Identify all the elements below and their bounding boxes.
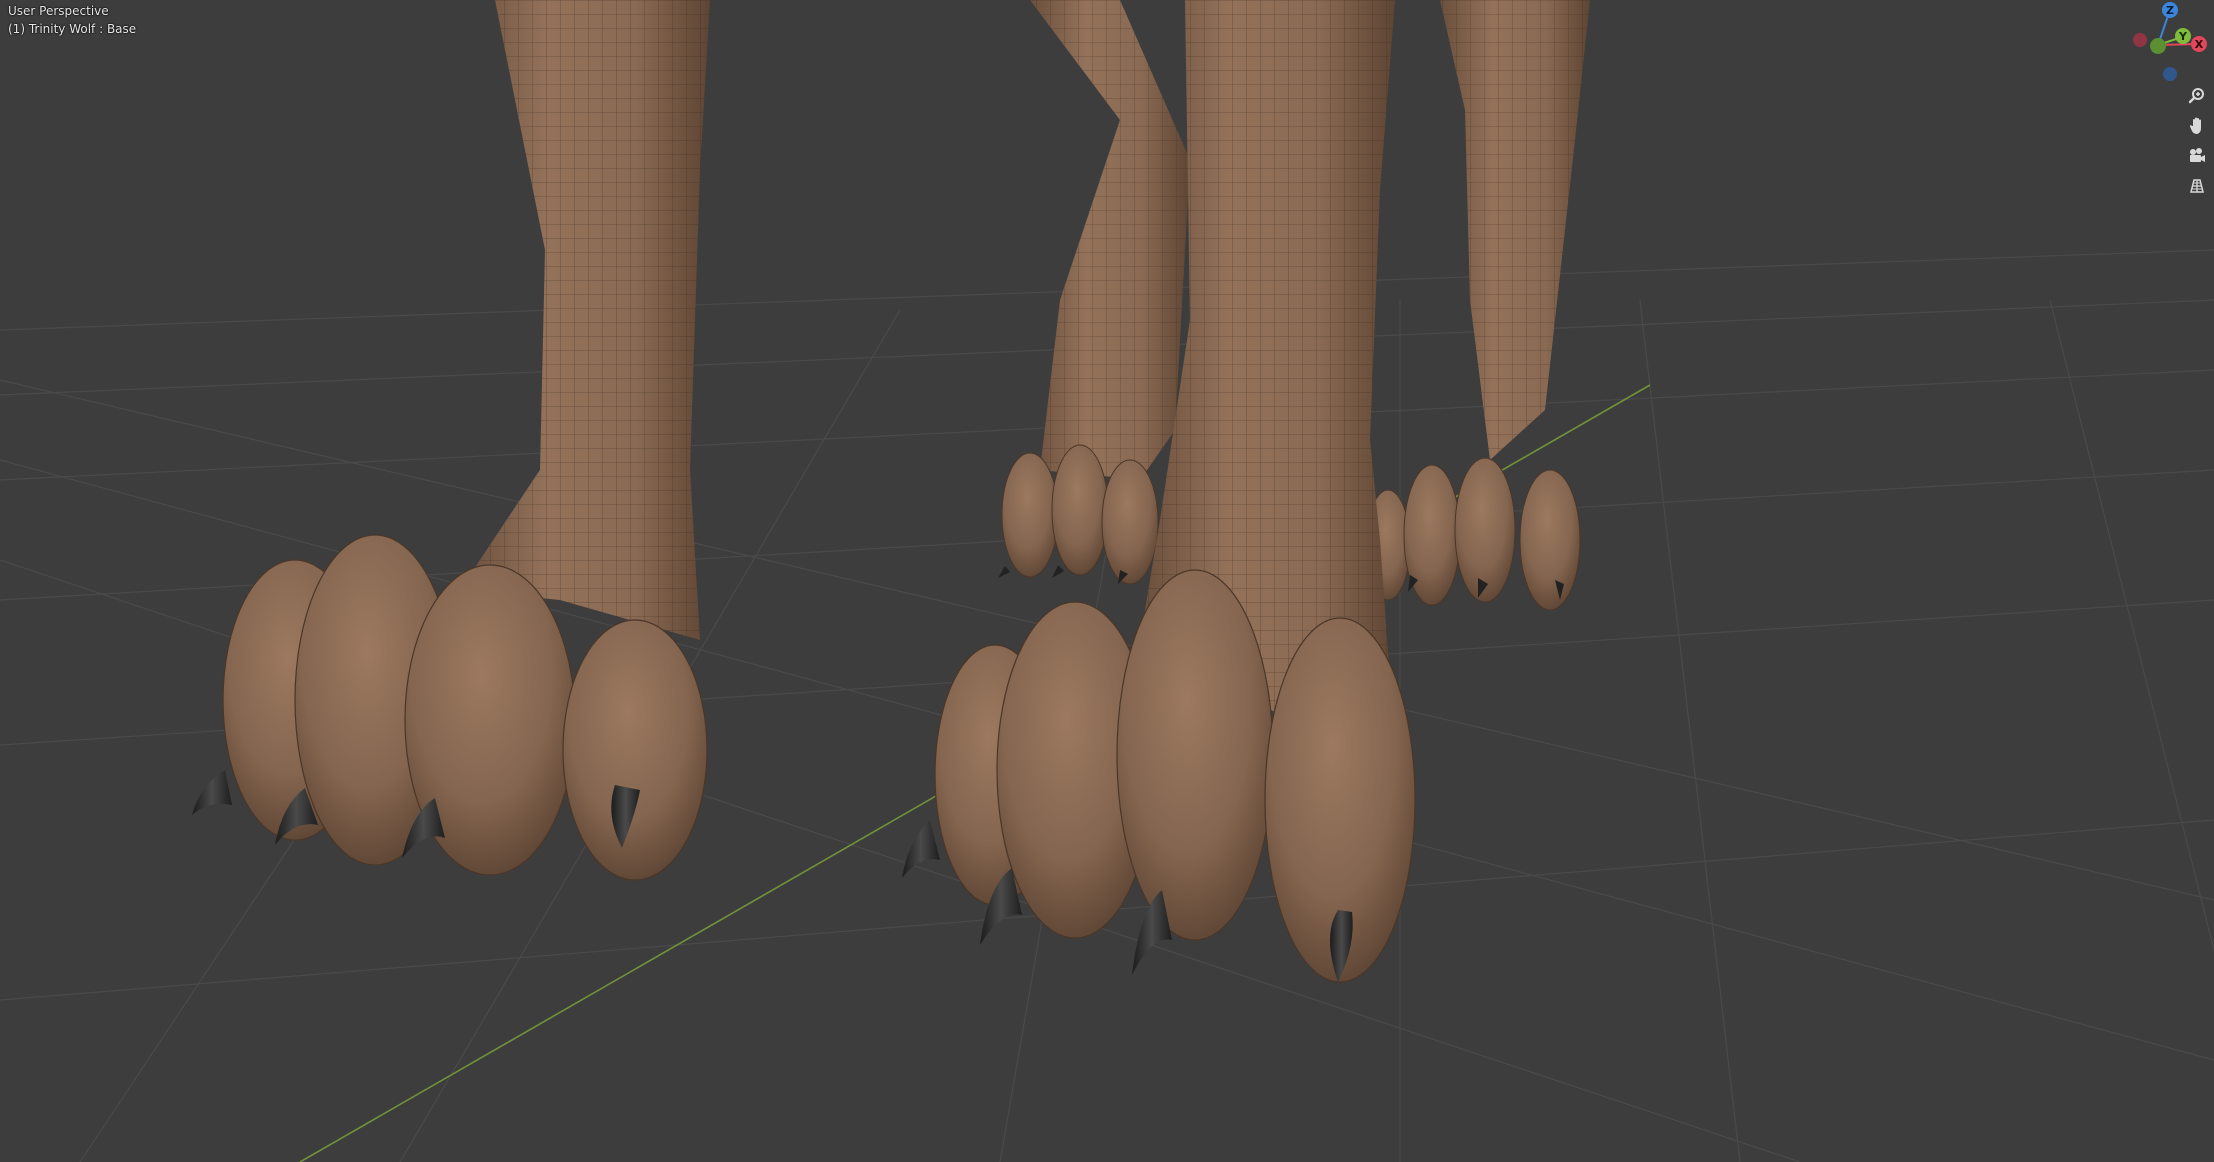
camera-view-button[interactable] xyxy=(2182,142,2212,170)
front-left-leg xyxy=(192,0,710,881)
ortho-toggle-button[interactable] xyxy=(2182,172,2212,200)
ortho-grid-icon xyxy=(2190,179,2204,193)
camera-icon xyxy=(2190,148,2205,162)
object-label: (1) Trinity Wolf : Base xyxy=(8,22,137,36)
viewport-hud: User Perspective (1) Trinity Wolf : Base xyxy=(8,2,136,38)
gizmo-neg-x xyxy=(2133,33,2147,47)
back-left-leg xyxy=(998,0,1190,585)
pan-button[interactable] xyxy=(2182,112,2212,140)
gizmo-z-axis[interactable]: Z xyxy=(2162,2,2178,18)
scene-canvas[interactable] xyxy=(0,0,2214,1162)
3d-viewport[interactable]: User Perspective (1) Trinity Wolf : Base… xyxy=(0,0,2214,1162)
gizmo-neg-y xyxy=(2150,38,2166,54)
view-name: User Perspective xyxy=(8,4,109,18)
gizmo-z-label: Z xyxy=(2166,4,2174,17)
gizmo-y-axis[interactable]: Y xyxy=(2175,28,2191,44)
gizmo-neg-z xyxy=(2163,67,2177,81)
gizmo-x-axis[interactable]: X xyxy=(2191,36,2207,52)
navigation-gizmo[interactable]: Z Y X xyxy=(2120,0,2214,84)
zoom-button[interactable] xyxy=(2182,82,2212,110)
zoom-icon xyxy=(2188,88,2204,104)
pan-hand-icon xyxy=(2189,117,2201,134)
viewport-nav-tools xyxy=(2182,82,2212,200)
gizmo-x-label: X xyxy=(2195,38,2204,51)
gizmo-y-label: Y xyxy=(2178,30,2188,43)
